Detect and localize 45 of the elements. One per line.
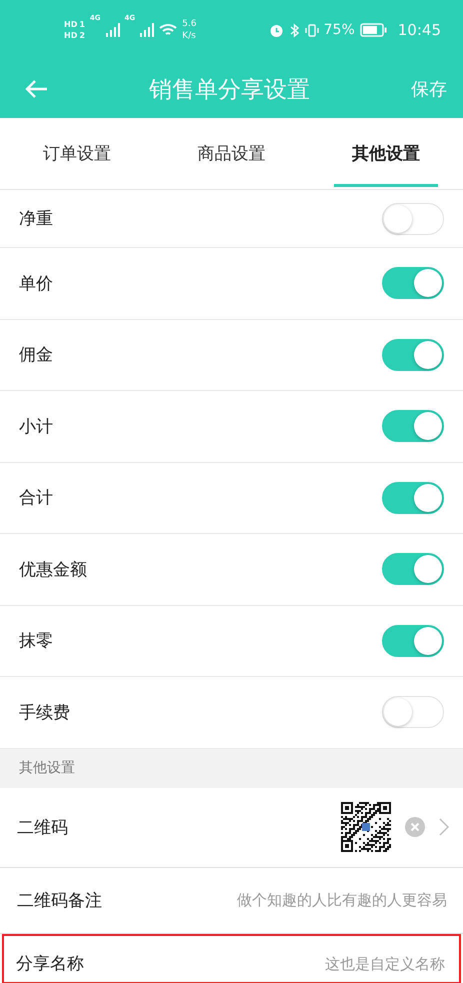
sim-label: 2 — [79, 30, 85, 40]
signal-icon — [106, 23, 120, 37]
setting-label: 抹零 — [19, 630, 53, 652]
setting-label: 合计 — [19, 487, 53, 510]
section-title: 其他设置 — [19, 759, 75, 777]
toggle-switch[interactable] — [382, 624, 444, 657]
toggle-switch[interactable] — [382, 267, 444, 300]
sim-label: HD — [64, 30, 78, 40]
row-label: 二维码 — [17, 816, 68, 838]
vibrate-icon — [304, 22, 319, 38]
text-input-field[interactable]: 做个知趣的人比有趣的人更容易 — [195, 890, 449, 910]
setting-label: 净重 — [19, 208, 53, 230]
qr-code-icon — [341, 802, 391, 852]
speed-unit: K/s — [182, 30, 196, 42]
wifi-icon — [159, 23, 178, 37]
toggle-switch[interactable] — [382, 338, 444, 371]
signal-icon — [140, 23, 154, 37]
sim-label: HD — [64, 20, 78, 30]
battery-icon — [360, 23, 387, 37]
setting-label: 佣金 — [19, 344, 53, 366]
sim-label: 1 — [79, 20, 85, 30]
setting-label: 手续费 — [19, 702, 70, 724]
toggle-switch[interactable] — [382, 410, 444, 442]
text-input-field[interactable]: 这也是自定义名称 — [193, 954, 447, 974]
toggle-switch[interactable] — [382, 202, 444, 234]
bluetooth-icon — [290, 22, 299, 38]
row-label: 分享名称 — [16, 953, 84, 975]
chevron-right-icon[interactable] — [439, 818, 449, 836]
clear-icon[interactable] — [405, 817, 425, 837]
page-title: 销售单分享设置 — [149, 76, 310, 104]
toggle-switch[interactable] — [382, 696, 444, 728]
alarm-icon — [268, 22, 284, 38]
tab[interactable]: 其他设置 — [308, 118, 463, 189]
setting-label: 小计 — [19, 416, 53, 438]
toggle-switch[interactable] — [382, 482, 444, 514]
back-icon[interactable] — [24, 79, 48, 99]
tab[interactable]: 订单设置 — [0, 118, 154, 189]
setting-label: 优惠金额 — [19, 558, 87, 581]
clock-time: 10:45 — [398, 21, 441, 39]
speed-value: 5.6 — [182, 18, 196, 30]
tab[interactable]: 商品设置 — [154, 118, 309, 189]
row-label: 二维码备注 — [17, 890, 102, 912]
battery-percent: 75% — [324, 22, 355, 38]
setting-label: 单价 — [19, 272, 53, 295]
toggle-switch[interactable] — [382, 553, 444, 586]
